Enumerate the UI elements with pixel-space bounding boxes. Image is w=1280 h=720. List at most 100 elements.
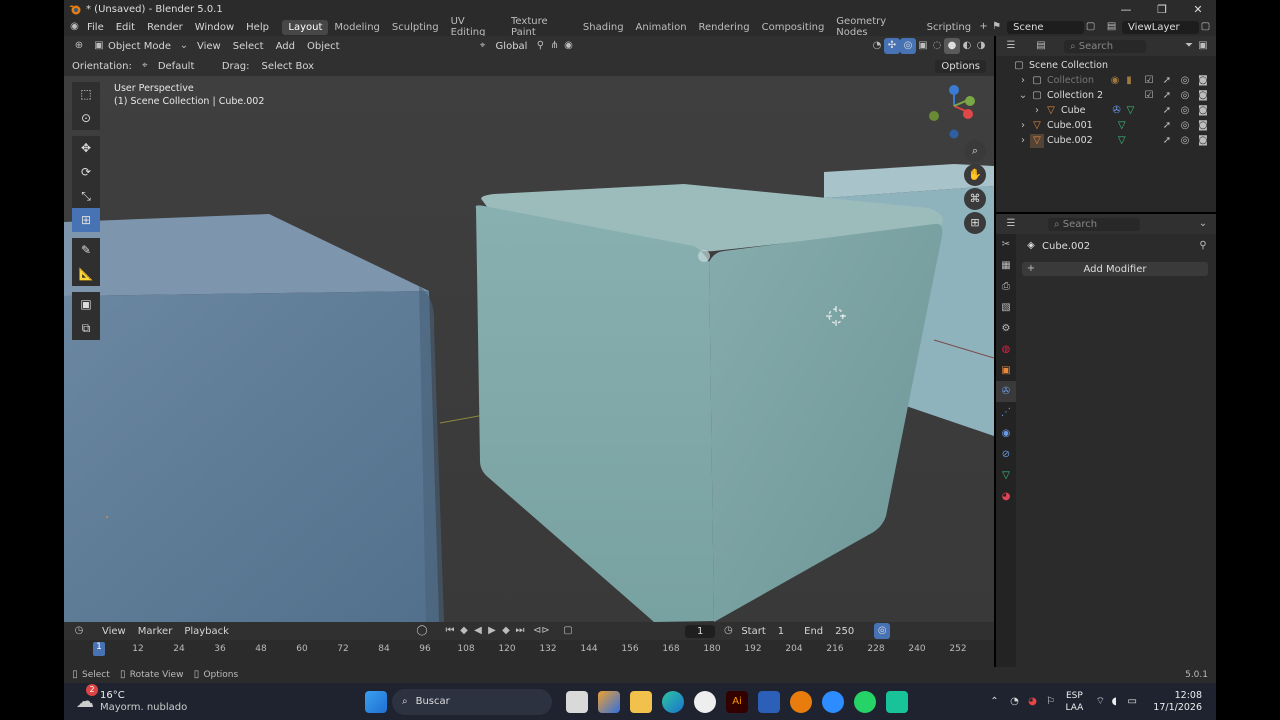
outliner-editor-icon[interactable]: ☰ [1004, 39, 1018, 53]
mode-selector[interactable]: Object Mode [106, 41, 177, 52]
copilot-icon[interactable] [598, 690, 620, 713]
timeline-editor-icon[interactable]: ◷ [72, 624, 86, 638]
play-icon[interactable]: ▶ [485, 624, 499, 638]
chevron-down-icon[interactable]: ⌄ [1196, 217, 1210, 231]
chevron-right-icon[interactable]: › [1016, 134, 1030, 148]
tray-app-3-icon[interactable]: ⚐ [1043, 695, 1057, 709]
edge-icon[interactable] [662, 690, 684, 713]
word-icon[interactable] [758, 690, 780, 713]
next-keyframe-icon[interactable]: ◆ [499, 624, 513, 638]
view-layer-tab-icon[interactable]: ▧ [996, 297, 1016, 318]
physics-tab-icon[interactable]: ◉ [996, 423, 1016, 444]
data-tab-icon[interactable]: ▽ [996, 465, 1016, 486]
editor-type-icon[interactable]: ⊕ [72, 39, 86, 53]
rotate-icon[interactable]: ⟳ [72, 160, 100, 184]
solid-shading-icon[interactable]: ● [944, 38, 960, 54]
close-button[interactable]: ✕ [1180, 3, 1216, 16]
pan-hand-icon[interactable]: ✋ [964, 164, 986, 186]
clock[interactable]: 12:08 17/1/2026 [1153, 690, 1202, 714]
blender-menu-icon[interactable]: ◉ [68, 20, 81, 34]
menu-edit[interactable]: Edit [110, 22, 141, 33]
orientation-selector[interactable]: Default [152, 61, 216, 72]
annotate-icon[interactable]: ✎ [72, 238, 100, 262]
play-reverse-icon[interactable]: ◀ [471, 624, 485, 638]
outliner-item-collection[interactable]: › ▢ Collection ◉ ▮ ☑ ➚ ◎ ◙ [996, 73, 1216, 88]
keying-icon[interactable]: ⊲⊳ [533, 624, 550, 638]
tray-app-icon[interactable]: ◔ [1007, 695, 1021, 709]
scale-icon[interactable]: ⤡ [72, 184, 100, 208]
end-field[interactable]: 250 [829, 626, 860, 637]
options-dropdown[interactable]: Options [935, 59, 986, 73]
chevron-right-icon[interactable]: › [1016, 74, 1030, 88]
menu-file[interactable]: File [81, 22, 110, 33]
measure-icon[interactable]: 📐 [72, 262, 100, 286]
keyframe-type-icon[interactable]: ▢ [561, 624, 575, 638]
tab-compositing[interactable]: Compositing [756, 20, 831, 35]
transform-icon[interactable]: ⊞ [72, 208, 100, 232]
extrude-icon[interactable]: ⧉ [72, 316, 100, 340]
new-collection-icon[interactable]: ▣ [1196, 39, 1210, 53]
render-camera-icon[interactable]: ◙ [1196, 134, 1210, 148]
windows-start-icon[interactable] [365, 690, 387, 713]
cursor-icon[interactable]: ⊙ [72, 106, 100, 130]
select-arrow-icon[interactable]: ➚ [1160, 104, 1174, 118]
menu-select[interactable]: Select [227, 41, 270, 52]
object-tab-icon[interactable]: ▣ [996, 360, 1016, 381]
select-arrow-icon[interactable]: ➚ [1160, 119, 1174, 133]
outliner-item-cube-001[interactable]: › ▽ Cube.001 ▽ ➚ ◎ ◙ [996, 118, 1216, 133]
task-view-icon[interactable] [566, 690, 588, 713]
file-explorer-icon[interactable] [630, 690, 652, 713]
zoom-icon[interactable]: ⌕ [964, 140, 986, 162]
eye-icon[interactable]: ◎ [1178, 134, 1192, 148]
chevron-down-icon[interactable]: ⌄ [1016, 89, 1030, 103]
battery-icon[interactable]: ▭ [1125, 695, 1139, 709]
scene-selector[interactable]: Scene [1007, 20, 1085, 34]
checkbox-icon[interactable]: ☑ [1142, 89, 1156, 103]
outliner-root[interactable]: ▢ Scene Collection [996, 58, 1216, 73]
timeline-menu-playback[interactable]: Playback [178, 626, 235, 637]
view-layer-selector[interactable]: ViewLayer [1122, 20, 1200, 34]
start-field[interactable]: 1 [772, 626, 790, 637]
pin-icon[interactable]: ⚲ [1196, 239, 1210, 253]
outliner-item-collection-2[interactable]: ⌄ ▢ Collection 2 ☑ ➚ ◎ ◙ [996, 88, 1216, 103]
scene-tab-icon[interactable]: ⚙ [996, 318, 1016, 339]
drag-selector[interactable]: Select Box [255, 61, 320, 72]
outliner-item-cube[interactable]: › ▽ Cube ✇ ▽ ➚ ◎ ◙ [996, 103, 1216, 118]
overlay-toggle-icon[interactable]: ◎ [900, 38, 916, 54]
modifier-tab-icon[interactable]: ✇ [996, 381, 1016, 402]
maximize-button[interactable]: ❐ [1144, 3, 1180, 16]
menu-object[interactable]: Object [301, 41, 346, 52]
select-arrow-icon[interactable]: ➚ [1160, 74, 1174, 88]
new-view-layer-icon[interactable]: ▢ [1199, 20, 1212, 34]
render-camera-icon[interactable]: ◙ [1196, 89, 1210, 103]
constraints-tab-icon[interactable]: ⊘ [996, 444, 1016, 465]
blender-taskbar-icon[interactable] [790, 690, 812, 713]
move-icon[interactable]: ✥ [72, 136, 100, 160]
display-mode-icon[interactable]: ▤ [1034, 39, 1048, 53]
material-shading-icon[interactable]: ◐ [960, 39, 974, 53]
eye-icon[interactable]: ◎ [1178, 74, 1192, 88]
pivot-point-icon[interactable]: ⚲ [533, 39, 547, 53]
render-camera-icon[interactable]: ◙ [1196, 104, 1210, 118]
gizmo-toggle-icon[interactable]: ✣ [884, 38, 900, 54]
language-indicator[interactable]: ESP LAA [1065, 690, 1083, 714]
tab-shading[interactable]: Shading [577, 20, 630, 35]
ortho-toggle-icon[interactable]: ⊞ [964, 212, 986, 234]
menu-add[interactable]: Add [270, 41, 301, 52]
tool-tab-icon[interactable]: ✂ [996, 234, 1016, 255]
snap-icon[interactable]: ⋔ [547, 39, 561, 53]
prev-keyframe-icon[interactable]: ◆ [457, 624, 471, 638]
jump-end-icon[interactable]: ⏭ [513, 624, 527, 638]
eye-icon[interactable]: ◎ [1178, 89, 1192, 103]
eye-icon[interactable]: ◎ [1178, 104, 1192, 118]
add-workspace-icon[interactable]: + [977, 20, 990, 34]
outliner-item-cube-002[interactable]: › ▽ Cube.002 ▽ ➚ ◎ ◙ [996, 133, 1216, 148]
camera-view-icon[interactable]: ⌘ [964, 188, 986, 210]
render-camera-icon[interactable]: ◙ [1196, 74, 1210, 88]
select-arrow-icon[interactable]: ➚ [1160, 89, 1174, 103]
speaker-icon[interactable]: ◖ [1107, 695, 1121, 709]
rendered-shading-icon[interactable]: ◑ [974, 39, 988, 53]
output-tab-icon[interactable]: ⎙ [996, 276, 1016, 297]
eye-icon[interactable]: ◎ [1178, 119, 1192, 133]
playhead[interactable]: 1 [93, 642, 105, 656]
